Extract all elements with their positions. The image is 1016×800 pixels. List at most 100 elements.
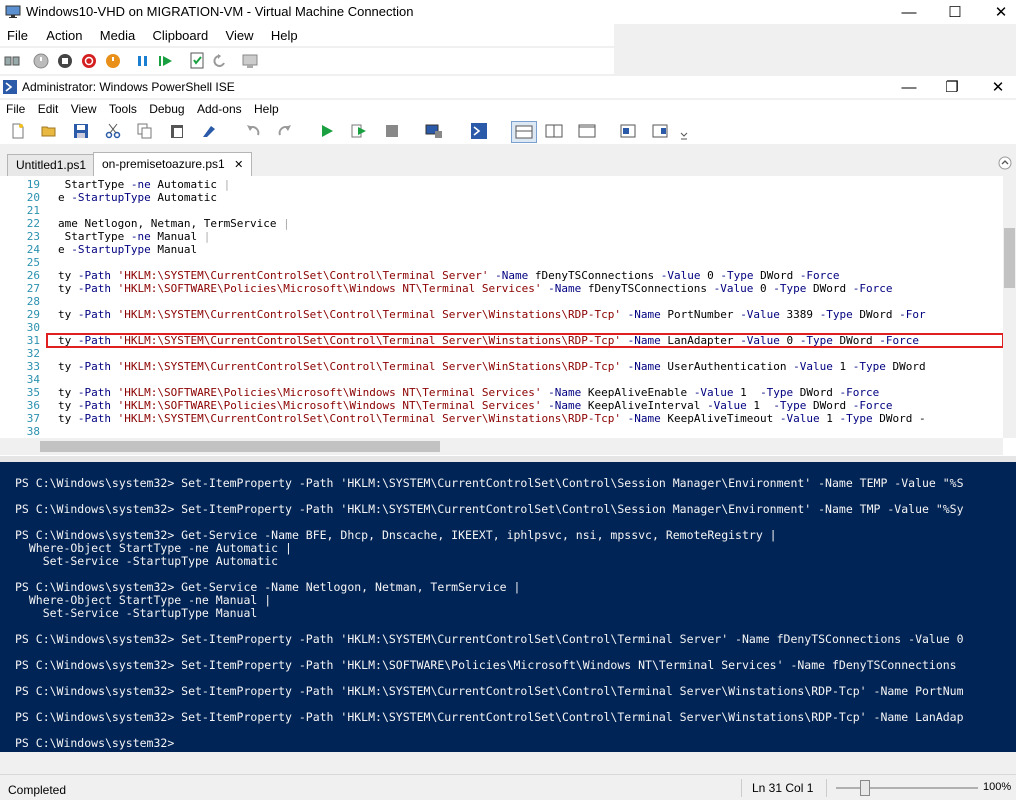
toolbar-overflow-icon[interactable] — [680, 126, 688, 144]
line-number: 20 — [26, 191, 40, 204]
vm-minimize-button[interactable]: — — [886, 0, 932, 24]
code-line[interactable]: ty -Path 'HKLM:\SOFTWARE\Policies\Micros… — [58, 399, 893, 412]
vm-menu-view[interactable]: View — [219, 24, 261, 43]
ise-menu-addons[interactable]: Add-ons — [192, 100, 246, 116]
ise-menu-view[interactable]: View — [66, 100, 101, 116]
console-line: PS C:\Windows\system32> Get-Service -Nam… — [15, 528, 777, 542]
ise-restore-button[interactable]: ❐ — [929, 76, 975, 98]
code-line[interactable]: ty -Path 'HKLM:\SYSTEM\CurrentControlSet… — [58, 269, 840, 282]
vm-menu-help[interactable]: Help — [264, 24, 305, 43]
ise-menu-debug[interactable]: Debug — [144, 100, 188, 116]
console-vertical-scrollbar[interactable] — [1003, 462, 1016, 752]
line-number: 22 — [26, 217, 40, 230]
clear-console-icon[interactable] — [200, 122, 218, 140]
ise-menu-edit[interactable]: Edit — [33, 100, 63, 116]
code-line[interactable]: StartType -ne Manual | — [58, 230, 211, 243]
open-icon[interactable] — [40, 122, 58, 140]
console-line: PS C:\Windows\system32> Set-ItemProperty… — [15, 632, 964, 646]
pause-icon[interactable] — [136, 53, 150, 69]
code-line[interactable]: StartType -ne Automatic | — [58, 178, 231, 191]
line-number: 26 — [26, 269, 40, 282]
show-command-addon-icon[interactable] — [652, 122, 670, 140]
console-pane[interactable]: PS C:\Windows\system32> Set-ItemProperty… — [0, 462, 1016, 754]
ctrl-alt-del-icon[interactable] — [4, 54, 20, 68]
vm-menu-action[interactable]: Action — [38, 24, 89, 43]
vm-menu-file[interactable]: File — [0, 24, 35, 43]
console-line: Where-Object StartType -ne Automatic | — [15, 541, 292, 555]
ise-close-button[interactable]: ✕ — [975, 76, 1016, 98]
ise-toolbar — [0, 118, 1016, 144]
line-number: 33 — [26, 360, 40, 373]
new-remote-tab-icon[interactable] — [425, 122, 443, 140]
code-line[interactable]: ty -Path 'HKLM:\SYSTEM\CurrentControlSet… — [58, 308, 926, 321]
console-horizontal-scrollbar[interactable] — [0, 752, 1016, 766]
ise-window-title: Administrator: Windows PowerShell ISE — [22, 80, 235, 94]
vm-menubar: File Action Media Clipboard View Help — [0, 24, 614, 46]
start-icon[interactable] — [33, 53, 49, 69]
show-script-maximized-icon[interactable] — [578, 122, 596, 140]
console-line: PS C:\Windows\system32> Set-ItemProperty… — [15, 476, 964, 490]
undo-icon[interactable] — [244, 122, 262, 140]
vm-window-title: Windows10-VHD on MIGRATION-VM - Virtual … — [26, 4, 414, 19]
code-line[interactable]: ty -Path 'HKLM:\SYSTEM\CurrentControlSet… — [58, 412, 926, 425]
cut-icon[interactable] — [104, 122, 122, 140]
checkpoint-icon[interactable] — [189, 52, 205, 70]
ise-minimize-button[interactable]: — — [886, 76, 932, 98]
console-line: Set-Service -StartupType Manual — [15, 606, 258, 620]
enhanced-session-icon[interactable] — [241, 52, 259, 70]
vm-toolbar — [0, 48, 614, 74]
zoom-slider-thumb[interactable] — [860, 780, 870, 796]
line-number: 25 — [26, 256, 40, 269]
shut-down-icon[interactable] — [81, 53, 97, 69]
console-line: Set-Service -StartupType Automatic — [15, 554, 279, 568]
ise-menu-file[interactable]: File — [0, 100, 29, 116]
code-line[interactable]: e -StartupType Manual — [58, 243, 197, 256]
redo-icon[interactable] — [276, 122, 294, 140]
line-number: 31 — [26, 334, 40, 347]
tab-strip: Untitled1.ps1 on-premisetoazure.ps1 ✕ — [0, 150, 1016, 177]
vm-menu-clipboard[interactable]: Clipboard — [146, 24, 216, 43]
line-number: 32 — [26, 347, 40, 360]
show-script-top-icon[interactable] — [511, 121, 537, 143]
run-selection-icon[interactable] — [350, 122, 368, 140]
editor-horizontal-scroll-thumb[interactable] — [40, 441, 440, 452]
vm-close-button[interactable]: ✕ — [978, 0, 1016, 24]
stop-icon[interactable] — [383, 122, 401, 140]
script-editor[interactable]: 19 StartType -ne Automatic | 20 e -Startup… — [0, 176, 1016, 456]
editor-vertical-scrollbar[interactable] — [1003, 176, 1016, 438]
save-icon[interactable] — [72, 122, 90, 140]
turn-off-icon[interactable] — [57, 53, 73, 69]
console-line: Where-Object StartType -ne Manual | — [15, 593, 272, 607]
console-line: PS C:\Windows\system32> Set-ItemProperty… — [15, 502, 964, 516]
revert-icon[interactable] — [212, 53, 228, 69]
code-line[interactable]: e -StartupType Automatic — [58, 191, 217, 204]
ise-menu-tools[interactable]: Tools — [104, 100, 141, 116]
line-number: 29 — [26, 308, 40, 321]
new-icon[interactable] — [9, 122, 27, 140]
code-line[interactable]: ty -Path 'HKLM:\SYSTEM\CurrentControlSet… — [58, 360, 926, 373]
code-line[interactable]: ame Netlogon, Netman, TermService | — [58, 217, 290, 230]
paste-icon[interactable] — [168, 122, 186, 140]
cursor-position: Ln 31 Col 1 — [752, 781, 814, 795]
vm-menu-media[interactable]: Media — [93, 24, 142, 43]
run-script-icon[interactable] — [318, 122, 336, 140]
save-state-icon[interactable] — [105, 53, 121, 69]
line-number: 35 — [26, 386, 40, 399]
collapse-script-pane-icon[interactable] — [998, 156, 1012, 170]
line-number: 19 — [26, 178, 40, 191]
resume-icon[interactable] — [158, 53, 174, 69]
line-number: 28 — [26, 295, 40, 308]
show-script-right-icon[interactable] — [545, 122, 563, 140]
vm-maximize-button[interactable]: ☐ — [932, 0, 978, 24]
command-window-icon[interactable] — [620, 122, 638, 140]
start-powershell-icon[interactable] — [470, 122, 488, 140]
zoom-slider-track[interactable] — [836, 787, 978, 789]
ise-menu-help[interactable]: Help — [249, 100, 283, 116]
tab-untitled1[interactable]: Untitled1.ps1 — [7, 154, 96, 176]
close-tab-icon[interactable]: ✕ — [234, 159, 243, 171]
editor-vertical-scroll-thumb[interactable] — [1004, 228, 1015, 288]
tab-on-premisetoazure[interactable]: on-premisetoazure.ps1 ✕ — [93, 152, 253, 177]
code-line[interactable]: ty -Path 'HKLM:\SOFTWARE\Policies\Micros… — [58, 386, 879, 399]
code-line[interactable]: ty -Path 'HKLM:\SOFTWARE\Policies\Micros… — [58, 282, 893, 295]
copy-icon[interactable] — [136, 122, 154, 140]
